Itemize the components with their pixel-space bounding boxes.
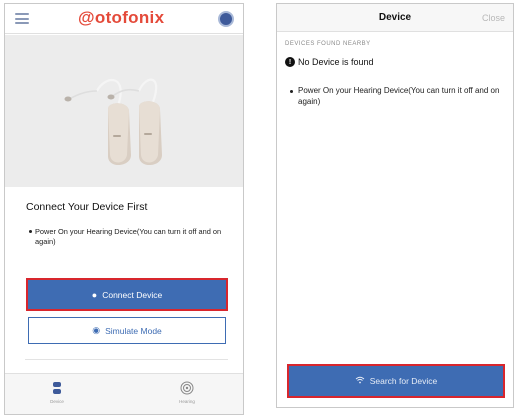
app-logo: @otofonix bbox=[78, 8, 165, 27]
bullet-dot bbox=[290, 89, 293, 93]
bluetooth-icon: ● bbox=[91, 289, 98, 300]
hearing-aid-image bbox=[5, 35, 243, 187]
app-header: @otofonix bbox=[5, 4, 243, 34]
home-screen: @otofonix Connect Your Device First Powe… bbox=[4, 3, 244, 415]
info-icon: ! bbox=[285, 57, 295, 67]
simulate-mode-button[interactable]: ◉ Simulate Mode bbox=[28, 317, 226, 344]
tab-bar: Device Hearing bbox=[5, 373, 243, 414]
device-icon bbox=[53, 382, 61, 394]
connect-heading: Connect Your Device First bbox=[26, 201, 148, 213]
eye-icon: ◉ bbox=[92, 325, 101, 335]
section-header: DEVICES FOUND NEARBY bbox=[285, 41, 371, 47]
search-device-button[interactable]: Search for Device bbox=[287, 364, 505, 398]
divider bbox=[25, 359, 228, 360]
globe-icon[interactable] bbox=[218, 11, 234, 27]
bullet-dot bbox=[29, 230, 32, 233]
wifi-icon bbox=[355, 376, 365, 386]
menu-icon[interactable] bbox=[15, 13, 29, 24]
tab-hearing[interactable]: Hearing bbox=[157, 381, 217, 404]
connect-device-button[interactable]: ● Connect Device bbox=[26, 278, 228, 311]
device-screen: Device Close DEVICES FOUND NEARBY ! No D… bbox=[276, 3, 514, 408]
tab-device[interactable]: Device bbox=[27, 381, 87, 404]
hearing-icon bbox=[180, 381, 194, 395]
device-header: Device Close bbox=[277, 4, 513, 32]
close-button[interactable]: Close bbox=[482, 13, 505, 23]
power-on-instruction: Power On your Hearing Device(You can tur… bbox=[290, 86, 503, 107]
power-on-instruction: Power On your Hearing Device(You can tur… bbox=[29, 227, 231, 247]
page-title: Device bbox=[378, 12, 412, 23]
no-device-message: ! No Device is found bbox=[285, 57, 374, 67]
